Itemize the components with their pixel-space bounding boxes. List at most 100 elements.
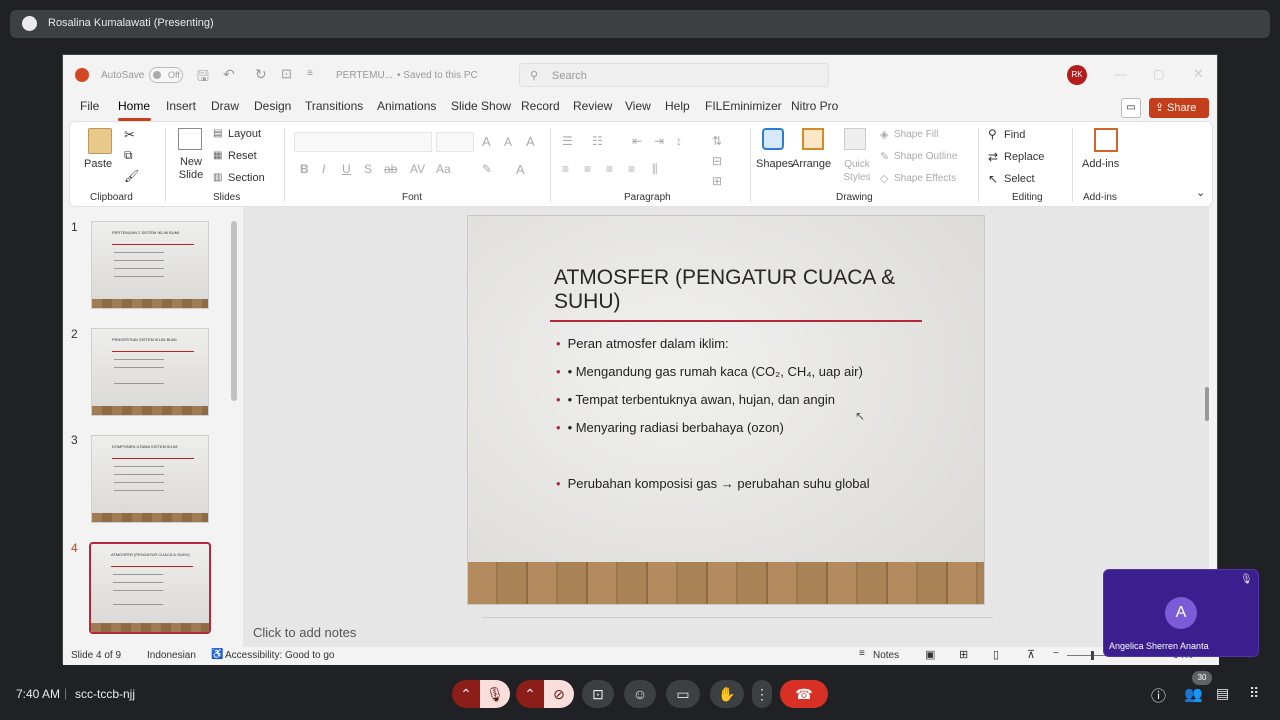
slide-title[interactable]: ATMOSFER (PENGATUR CUACA & SUHU): [554, 266, 914, 314]
decrease-font-icon[interactable]: A: [504, 135, 512, 149]
current-slide[interactable]: ATMOSFER (PENGATUR CUACA & SUHU) • Peran …: [467, 215, 985, 605]
quick-styles-button[interactable]: Quick Styles: [840, 158, 874, 184]
autosave-toggle[interactable]: Off: [149, 67, 183, 83]
align-left-icon[interactable]: ≡: [562, 162, 569, 176]
slideshow-view-icon[interactable]: ⊼: [1027, 648, 1035, 661]
captions-icon[interactable]: ▭: [666, 680, 700, 708]
shadow-icon[interactable]: S: [364, 162, 372, 176]
activities-icon[interactable]: ⠿: [1249, 685, 1259, 702]
change-case-icon[interactable]: Aa: [436, 162, 451, 176]
strikethrough-icon[interactable]: ab: [384, 162, 397, 176]
more-options-icon[interactable]: ⋮: [752, 680, 772, 708]
tab-review[interactable]: Review: [573, 99, 612, 113]
notes-button[interactable]: Notes: [873, 650, 899, 661]
align-center-icon[interactable]: ≡: [584, 162, 591, 176]
tab-design[interactable]: Design: [254, 99, 291, 113]
present-icon[interactable]: ⊡: [281, 66, 292, 82]
arrange-button[interactable]: Arrange: [792, 158, 831, 170]
restore-icon[interactable]: ▢: [1153, 67, 1164, 81]
slide-thumbnail[interactable]: PENGERTIAN SISTEM IKLIM BUMI: [91, 328, 209, 416]
normal-view-icon[interactable]: ▣: [925, 648, 935, 661]
customize-qat-icon[interactable]: ≡: [307, 68, 313, 79]
select-button[interactable]: Select: [1004, 173, 1035, 185]
meeting-code[interactable]: scc-tccb-njj: [75, 687, 135, 701]
bullet-item[interactable]: • • Menyaring radiasi berbahaya (ozon): [556, 420, 784, 435]
search-box[interactable]: ⚲ Search: [519, 63, 829, 87]
raise-hand-icon[interactable]: ✋: [710, 680, 744, 708]
underline-icon[interactable]: U: [342, 162, 351, 176]
bullets-icon[interactable]: ☰: [562, 134, 573, 148]
tab-transitions[interactable]: Transitions: [305, 99, 363, 113]
undo-icon[interactable]: ↶: [223, 66, 235, 83]
tab-fileminimizer[interactable]: FILEminimizer: [705, 99, 782, 113]
italic-icon[interactable]: I: [322, 162, 325, 176]
present-screen-icon[interactable]: ⊡: [582, 680, 614, 708]
cut-icon[interactable]: ✂: [124, 127, 135, 143]
tab-file[interactable]: File: [80, 99, 99, 113]
tab-help[interactable]: Help: [665, 99, 690, 113]
camera-off-icon[interactable]: ⊘: [544, 680, 574, 708]
bullet-item[interactable]: • Perubahan komposisi gas → perubahan suh…: [556, 476, 870, 491]
new-slide-button[interactable]: New Slide: [176, 156, 206, 182]
paste-button[interactable]: Paste: [84, 158, 112, 170]
slide-sorter-icon[interactable]: ⊞: [959, 648, 968, 661]
text-direction-icon[interactable]: ⇅: [712, 134, 722, 148]
tab-animations[interactable]: Animations: [377, 99, 436, 113]
info-icon[interactable]: ⓘ: [1151, 685, 1166, 706]
tab-insert[interactable]: Insert: [166, 99, 196, 113]
find-button[interactable]: Find: [1004, 129, 1025, 141]
format-painter-icon[interactable]: 🖌: [124, 169, 139, 183]
align-right-icon[interactable]: ≡: [606, 162, 613, 176]
addins-button[interactable]: Add-ins: [1082, 158, 1119, 170]
font-name-box[interactable]: [294, 132, 432, 152]
canvas-scrollbar[interactable]: [1205, 387, 1209, 421]
font-color-icon[interactable]: A: [516, 162, 525, 177]
save-icon[interactable]: 🖫: [197, 66, 209, 90]
camera-options-chevron-icon[interactable]: ⌃: [516, 680, 544, 708]
layout-button[interactable]: Layout: [228, 128, 261, 140]
replace-button[interactable]: Replace: [1004, 151, 1044, 163]
decrease-indent-icon[interactable]: ⇤: [632, 134, 642, 148]
share-button[interactable]: ⇪ Share: [1149, 98, 1209, 118]
close-icon[interactable]: ✕: [1193, 66, 1204, 82]
mic-options-chevron-icon[interactable]: ⌃: [452, 680, 480, 708]
accessibility-status[interactable]: Accessibility: Good to go: [225, 650, 335, 661]
slide-thumbnail[interactable]: KOMPONEN UTAMA SISTEM IKLIM: [91, 435, 209, 523]
slide-thumbnail[interactable]: PERTEMUAN 2 SISTEM IKLIM BUMI: [91, 221, 209, 309]
emoji-icon[interactable]: ☺: [624, 680, 656, 708]
tab-record[interactable]: Record: [521, 99, 560, 113]
thumbnail-scrollbar[interactable]: [231, 221, 237, 401]
align-text-icon[interactable]: ⊟: [712, 154, 722, 168]
justify-icon[interactable]: ≡: [628, 162, 635, 176]
mic-off-icon[interactable]: 🎙: [480, 680, 510, 708]
leave-call-icon[interactable]: ☎: [780, 680, 828, 708]
notes-placeholder[interactable]: Click to add notes: [253, 625, 356, 640]
minimize-icon[interactable]: —: [1115, 67, 1127, 81]
char-spacing-icon[interactable]: AV: [410, 162, 425, 176]
clear-format-icon[interactable]: A: [526, 134, 535, 149]
highlight-icon[interactable]: ✎: [482, 162, 492, 176]
tab-view[interactable]: View: [625, 99, 651, 113]
arrange-icon[interactable]: [802, 128, 824, 150]
redo-icon[interactable]: ↻: [255, 66, 267, 83]
columns-icon[interactable]: ⫼: [652, 162, 658, 177]
zoom-out-icon[interactable]: −: [1053, 648, 1059, 659]
comments-icon[interactable]: ▭: [1121, 98, 1141, 118]
tab-home[interactable]: Home: [118, 99, 150, 113]
zoom-slider-thumb[interactable]: [1091, 651, 1094, 660]
bullet-item[interactable]: • Peran atmosfer dalam iklim:: [556, 336, 729, 351]
bullet-item[interactable]: • • Tempat terbentuknya awan, hujan, dan …: [556, 392, 835, 407]
smartart-icon[interactable]: ⊞: [712, 174, 722, 188]
line-spacing-icon[interactable]: ↕: [676, 134, 682, 148]
reset-button[interactable]: Reset: [228, 150, 257, 162]
slide-thumbnail-selected[interactable]: ATMOSFER (PENGATUR CUACA & SUHU): [89, 542, 211, 634]
addins-icon[interactable]: [1094, 128, 1118, 152]
chat-icon[interactable]: ▤: [1216, 685, 1229, 702]
shapes-button[interactable]: Shapes: [756, 158, 793, 170]
font-size-box[interactable]: [436, 132, 474, 152]
paste-icon[interactable]: [88, 128, 112, 154]
user-avatar[interactable]: RK: [1067, 65, 1087, 85]
quick-styles-icon[interactable]: [844, 128, 866, 150]
section-button[interactable]: Section: [228, 172, 265, 184]
increase-indent-icon[interactable]: ⇥: [654, 134, 664, 148]
